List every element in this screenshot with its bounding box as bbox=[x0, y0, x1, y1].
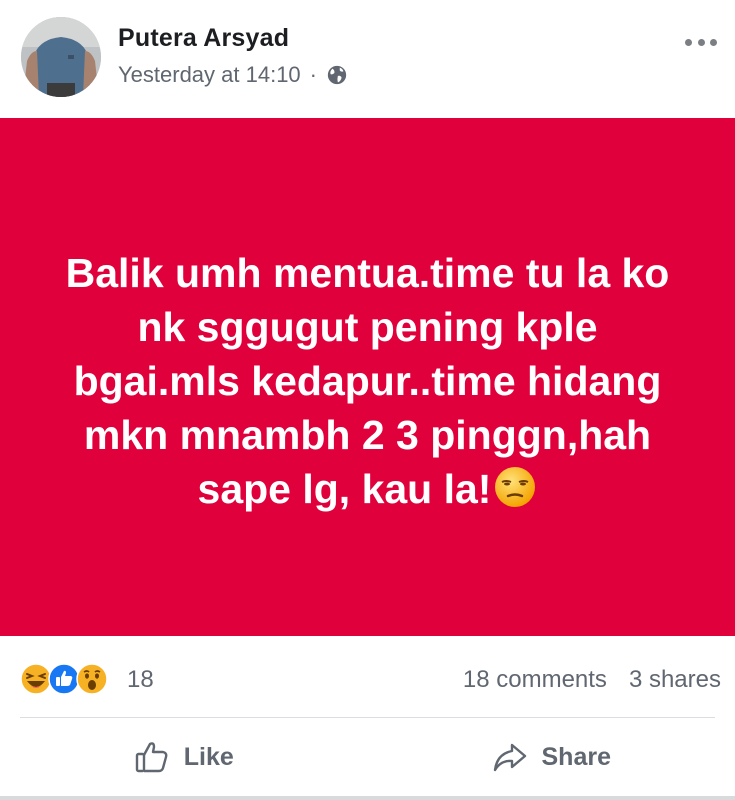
engagement-counts: 18 comments 3 shares bbox=[463, 666, 721, 694]
post-actions: Like Share bbox=[0, 718, 735, 796]
status-message: Balik umh mentua.time tu la ko nk sggugu… bbox=[58, 246, 678, 516]
more-dot bbox=[710, 38, 717, 46]
author-name[interactable]: Putera Arsyad bbox=[118, 24, 289, 53]
more-dot bbox=[697, 38, 705, 46]
share-label: Share bbox=[541, 742, 611, 771]
more-dot bbox=[685, 38, 692, 46]
thumbs-up-icon bbox=[135, 742, 168, 773]
status-text: Balik umh mentua.time tu la ko nk sggugu… bbox=[65, 250, 670, 512]
unamused-face-emoji bbox=[495, 467, 536, 507]
share-arrow-icon bbox=[493, 743, 526, 772]
feed-separator bbox=[0, 796, 735, 800]
meta-separator: · bbox=[309, 62, 317, 87]
like-label: Like bbox=[183, 742, 234, 771]
shares-count[interactable]: 3 shares bbox=[629, 666, 721, 694]
comments-count[interactable]: 18 comments bbox=[463, 666, 607, 694]
author-avatar[interactable] bbox=[21, 17, 101, 97]
status-background-card: Balik umh mentua.time tu la ko nk sggugu… bbox=[0, 118, 735, 636]
post-meta: Yesterday at 14:10 · bbox=[118, 62, 348, 88]
like-button[interactable]: Like bbox=[0, 718, 368, 796]
wow-icon bbox=[76, 663, 108, 695]
reaction-count[interactable]: 18 bbox=[127, 666, 154, 694]
avatar-photo bbox=[21, 17, 101, 97]
share-button[interactable]: Share bbox=[368, 718, 735, 796]
reactions-summary: 18 18 comments 3 shares bbox=[0, 636, 735, 718]
post-timestamp[interactable]: Yesterday at 14:10 bbox=[118, 62, 301, 88]
facebook-post: Putera Arsyad Yesterday at 14:10 · Balik… bbox=[0, 0, 735, 800]
more-options-button[interactable] bbox=[681, 30, 721, 54]
post-header: Putera Arsyad Yesterday at 14:10 · bbox=[0, 0, 735, 118]
reaction-icons[interactable] bbox=[20, 663, 108, 695]
globe-icon bbox=[327, 65, 347, 85]
